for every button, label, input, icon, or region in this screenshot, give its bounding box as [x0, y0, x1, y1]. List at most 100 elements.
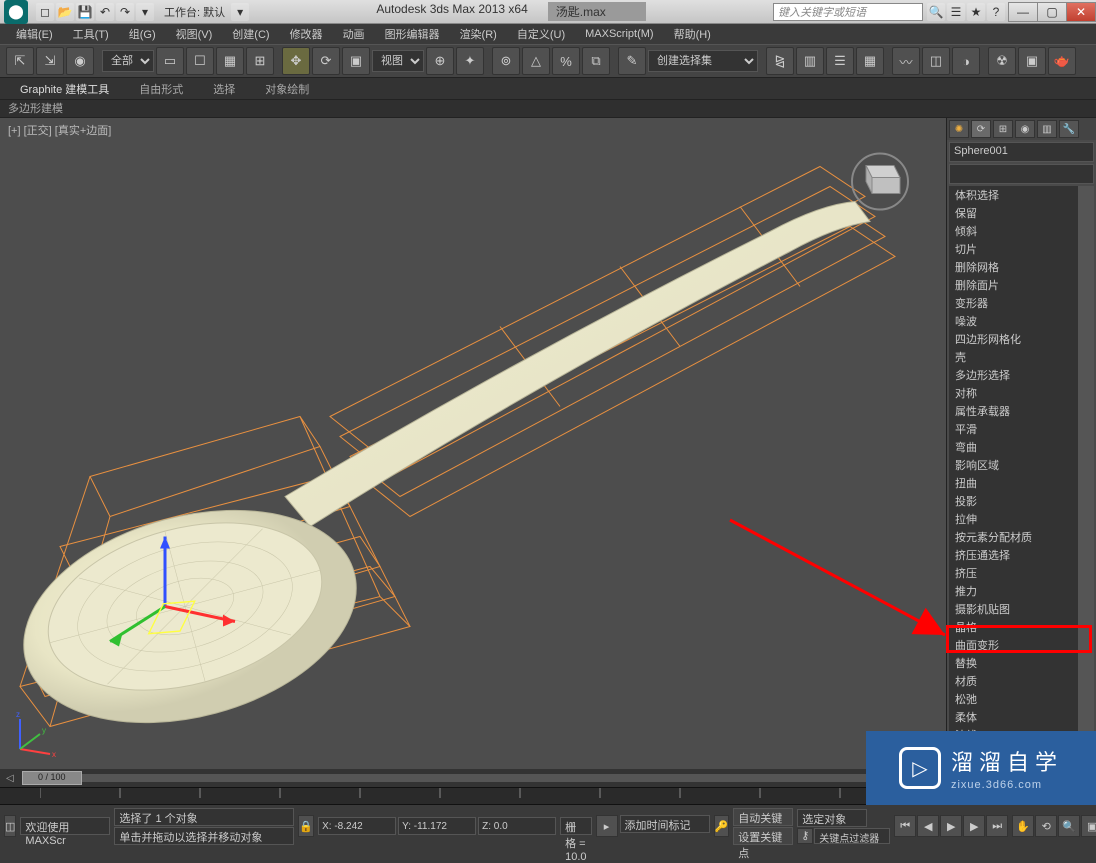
menu-item[interactable]: 修改器	[280, 24, 333, 44]
redo-icon[interactable]: ↷	[116, 3, 134, 21]
modifier-item[interactable]: 四边形网格化	[949, 330, 1094, 348]
menu-item[interactable]: 动画	[333, 24, 375, 44]
save-icon[interactable]: 💾	[76, 3, 94, 21]
select-icon[interactable]: ▭	[156, 47, 184, 75]
star-icon[interactable]: ★	[967, 3, 985, 21]
modifier-item[interactable]: 摄影机贴图	[949, 600, 1094, 618]
hierarchy-tab-icon[interactable]: ⊞	[993, 120, 1013, 138]
modifier-item[interactable]: 变形器	[949, 294, 1094, 312]
viewport[interactable]: [+] [正交] [真实+边面]	[0, 118, 946, 769]
modifier-item[interactable]: 属性承载器	[949, 402, 1094, 420]
motion-tab-icon[interactable]: ◉	[1015, 120, 1035, 138]
time-tag-icon[interactable]: ▸	[596, 815, 618, 837]
modifier-item[interactable]: 壳	[949, 348, 1094, 366]
maximize-viewport-icon[interactable]: ▣	[1081, 815, 1096, 837]
workspace-dropdown-icon[interactable]: ▾	[231, 3, 249, 21]
prev-frame-icon[interactable]: ◀	[917, 815, 939, 837]
set-key-action[interactable]: ⚷	[797, 828, 813, 844]
modifier-item[interactable]: 松弛	[949, 690, 1094, 708]
coord-z[interactable]: Z: 0.0	[478, 817, 556, 835]
menu-item[interactable]: 帮助(H)	[664, 24, 721, 44]
scrollbar[interactable]	[1078, 186, 1094, 767]
layer-explorer-icon[interactable]: ▦	[856, 47, 884, 75]
modifier-item[interactable]: 晶格	[949, 618, 1094, 636]
select-name-icon[interactable]: ☐	[186, 47, 214, 75]
new-icon[interactable]: ◻	[36, 3, 54, 21]
pivot-icon[interactable]: ⊕	[426, 47, 454, 75]
rotate-icon[interactable]: ⟳	[312, 47, 340, 75]
modifier-item[interactable]: 扭曲	[949, 474, 1094, 492]
link-icon[interactable]: ⇱	[6, 47, 34, 75]
modifier-item[interactable]: 体积选择	[949, 186, 1094, 204]
object-name-field[interactable]: Sphere001	[949, 142, 1094, 162]
menu-item[interactable]: 自定义(U)	[507, 24, 575, 44]
modifier-item[interactable]: 弯曲	[949, 438, 1094, 456]
menu-item[interactable]: 创建(C)	[222, 24, 279, 44]
modifier-item[interactable]: 删除网格	[949, 258, 1094, 276]
named-selection-set[interactable]: 创建选择集	[648, 50, 758, 72]
coord-y[interactable]: Y: -11.172	[398, 817, 476, 835]
modifier-list[interactable]: 体积选择保留倾斜切片删除网格删除面片变形器噪波四边形网格化壳多边形选择对称属性承…	[949, 186, 1094, 767]
modifier-item[interactable]: 按元素分配材质	[949, 528, 1094, 546]
bind-icon[interactable]: ◉	[66, 47, 94, 75]
ribbon-tab[interactable]: 对象绘制	[265, 81, 309, 97]
curve-editor-icon[interactable]: 〰	[892, 47, 920, 75]
menu-item[interactable]: 组(G)	[119, 24, 166, 44]
key-target[interactable]: 选定对象	[797, 809, 867, 827]
spinner-snap-icon[interactable]: ⧉	[582, 47, 610, 75]
modifier-item[interactable]: 平滑	[949, 420, 1094, 438]
key-filter[interactable]: 关键点过滤器	[814, 828, 890, 844]
menu-item[interactable]: 视图(V)	[166, 24, 223, 44]
lock-selection-icon[interactable]: 🔒	[298, 815, 314, 837]
scale-icon[interactable]: ☰	[947, 3, 965, 21]
open-icon[interactable]: 📂	[56, 3, 74, 21]
angle-snap-icon[interactable]: △	[522, 47, 550, 75]
modifier-item[interactable]: 柔体	[949, 708, 1094, 726]
selection-filter[interactable]: 全部	[102, 50, 154, 72]
move-icon[interactable]: ✥	[282, 47, 310, 75]
modifier-list-dropdown[interactable]	[949, 164, 1094, 184]
schematic-icon[interactable]: ◫	[922, 47, 950, 75]
coord-x[interactable]: X: -8.242	[318, 817, 396, 835]
menu-item[interactable]: 工具(T)	[63, 24, 119, 44]
search-input[interactable]: 键入关键字或短语	[773, 3, 923, 21]
goto-end-icon[interactable]: ⏭	[986, 815, 1008, 837]
render-frame-icon[interactable]: ▣	[1018, 47, 1046, 75]
ribbon-tab[interactable]: 自由形式	[139, 81, 183, 97]
close-button[interactable]: ✕	[1066, 2, 1096, 22]
key-mode-icon[interactable]: 🔑	[714, 815, 730, 837]
modifier-item[interactable]: 保留	[949, 204, 1094, 222]
modifier-item[interactable]: 推力	[949, 582, 1094, 600]
modifier-item[interactable]: 挤压通选择	[949, 546, 1094, 564]
modifier-item[interactable]: 删除面片	[949, 276, 1094, 294]
window-cross-icon[interactable]: ⊞	[246, 47, 274, 75]
ribbon-tab[interactable]: Graphite 建模工具	[20, 81, 109, 97]
mirror-icon[interactable]: ⧎	[766, 47, 794, 75]
modifier-item[interactable]: 倾斜	[949, 222, 1094, 240]
more-icon[interactable]: ▾	[136, 3, 154, 21]
scrub-left-icon[interactable]: ◁	[6, 773, 14, 784]
modifier-item[interactable]: 多边形选择	[949, 366, 1094, 384]
coord-system[interactable]: 视图	[372, 50, 424, 72]
render-icon[interactable]: 🫖	[1048, 47, 1076, 75]
maximize-button[interactable]: ▢	[1037, 2, 1067, 22]
unlink-icon[interactable]: ⇲	[36, 47, 64, 75]
next-frame-icon[interactable]: ▶	[963, 815, 985, 837]
render-setup-icon[interactable]: ☢	[988, 47, 1016, 75]
time-slider-thumb[interactable]: 0 / 100	[22, 771, 82, 785]
menu-item[interactable]: 编辑(E)	[6, 24, 63, 44]
modify-tab-icon[interactable]: ⟳	[971, 120, 991, 138]
modifier-item[interactable]: 切片	[949, 240, 1094, 258]
modifier-item[interactable]: 对称	[949, 384, 1094, 402]
help-icon[interactable]: ?	[987, 3, 1005, 21]
app-icon[interactable]: ⬤	[4, 0, 28, 24]
set-key-button[interactable]: 设置关键点	[733, 827, 793, 845]
material-editor-icon[interactable]: ◑	[952, 47, 980, 75]
modifier-item[interactable]: 曲面变形	[949, 636, 1094, 654]
orbit-icon[interactable]: ⟲	[1035, 815, 1057, 837]
scale-tool-icon[interactable]: ▣	[342, 47, 370, 75]
workspace-label[interactable]: 工作台: 默认	[158, 4, 231, 20]
minimize-button[interactable]: —	[1008, 2, 1038, 22]
binoculars-icon[interactable]: 🔍	[927, 3, 945, 21]
modifier-item[interactable]: 材质	[949, 672, 1094, 690]
